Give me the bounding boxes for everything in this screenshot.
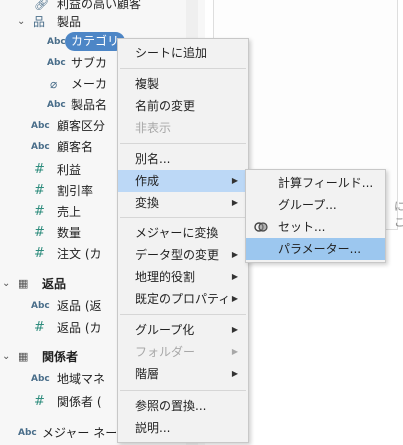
table-label: 関係者 — [42, 350, 79, 364]
hierarchy-icon: 品 — [33, 15, 46, 29]
chevron-down-icon[interactable]: ⌄ — [2, 274, 10, 294]
submenu-arrow-icon: ▶ — [231, 176, 238, 185]
string-type-icon: Abc — [47, 58, 66, 68]
string-type-icon: Abc — [31, 301, 50, 311]
context-menu: シートに追加 複製 名前の変更 非表示 別名... 作成 ▶ 変換 ▶ メジャーに変… — [117, 38, 249, 443]
number-type-icon: # — [34, 183, 45, 198]
menu-item-geographic-role[interactable]: 地理的役割 ▶ — [118, 266, 248, 288]
submenu-arrow-icon: ▶ — [231, 294, 238, 303]
menu-item-replace-references[interactable]: 参照の置換... — [118, 395, 248, 417]
field-label: メーカ — [71, 77, 108, 91]
field-label: 関係者 ( — [57, 395, 102, 409]
menu-separator — [120, 390, 246, 391]
menu-separator — [120, 217, 246, 218]
number-type-icon: # — [34, 162, 45, 177]
number-type-icon: # — [34, 246, 45, 261]
field-label: 顧客区分 — [57, 119, 106, 133]
chevron-down-icon[interactable]: ⌄ — [2, 347, 10, 367]
menu-item-describe[interactable]: 説明... — [118, 417, 248, 439]
number-type-icon: # — [34, 225, 45, 240]
number-type-icon: # — [34, 394, 45, 409]
number-type-icon: # — [34, 204, 45, 219]
submenu-item-calculated-field[interactable]: 計算フィールド... — [246, 172, 385, 194]
create-submenu: 計算フィールド... グループ... セット... パラメーター... — [245, 169, 386, 263]
submenu-item-parameter[interactable]: パラメーター... — [246, 238, 385, 260]
field-label: 返品 (カ — [57, 321, 102, 335]
string-type-icon: Abc — [47, 100, 66, 110]
field-label: 利益 — [57, 163, 82, 177]
menu-item-rename[interactable]: 名前の変更 — [118, 95, 248, 117]
folder-row-products[interactable]: ⌄ 品 製品 — [0, 12, 200, 32]
field-label: 割引率 — [57, 184, 94, 198]
selected-field-label: カテゴリ — [71, 34, 120, 48]
menu-item-folders: フォルダー ▶ — [118, 341, 248, 363]
table-icon: ▦ — [18, 350, 29, 363]
submenu-arrow-icon: ▶ — [231, 347, 238, 356]
menu-item-group-by[interactable]: グループ化 ▶ — [118, 319, 248, 341]
submenu-arrow-icon: ▶ — [231, 272, 238, 281]
number-type-icon: # — [34, 320, 45, 335]
menu-item-create[interactable]: 作成 ▶ — [118, 170, 248, 192]
string-type-icon: Abc — [31, 142, 50, 152]
menu-item-add-to-sheet[interactable]: シートに追加 — [118, 42, 248, 64]
menu-item-transform[interactable]: 変換 ▶ — [118, 192, 248, 214]
chevron-down-icon[interactable]: ⌄ — [17, 12, 25, 32]
field-label: メジャー ネー — [42, 426, 118, 440]
menu-item-duplicate[interactable]: 複製 — [118, 73, 248, 95]
field-label: 売上 — [57, 205, 82, 219]
field-label: 顧客名 — [57, 140, 94, 154]
menu-separator — [120, 143, 246, 144]
menu-separator — [120, 314, 246, 315]
submenu-item-group[interactable]: グループ... — [246, 194, 385, 216]
menu-item-default-properties[interactable]: 既定のプロパティ ▶ — [118, 288, 248, 310]
submenu-arrow-icon: ▶ — [231, 325, 238, 334]
menu-item-aliases[interactable]: 別名... — [118, 148, 248, 170]
submenu-arrow-icon: ▶ — [231, 198, 238, 207]
field-label: 注文 (カ — [57, 247, 102, 261]
string-type-icon: Abc — [18, 428, 37, 438]
field-label: 返品 (返 — [57, 299, 102, 313]
menu-item-change-data-type[interactable]: データ型の変更 ▶ — [118, 244, 248, 266]
submenu-arrow-icon: ▶ — [231, 250, 238, 259]
menu-item-convert-to-measure[interactable]: メジャーに変換 — [118, 222, 248, 244]
string-type-icon: Abc — [31, 121, 50, 131]
string-type-icon: Abc — [47, 37, 66, 47]
menu-item-hierarchy[interactable]: 階層 ▶ — [118, 363, 248, 385]
field-label: 数量 — [57, 226, 82, 240]
canvas-hint-text: にこ — [394, 200, 403, 229]
field-label: サブカ — [71, 56, 108, 70]
field-label: 製品名 — [71, 98, 108, 112]
submenu-arrow-icon: ▶ — [231, 369, 238, 378]
field-label: 製品 — [57, 15, 82, 29]
set-icon — [254, 222, 268, 232]
string-type-icon: Abc — [31, 374, 50, 384]
field-label: 地域マネ — [57, 372, 106, 386]
clip-icon: ⌀ — [50, 77, 58, 91]
menu-separator — [120, 68, 246, 69]
table-label: 返品 — [42, 277, 67, 291]
menu-item-hide: 非表示 — [135, 121, 172, 135]
submenu-item-set[interactable]: セット... — [246, 216, 385, 238]
table-icon: ▦ — [18, 277, 29, 290]
